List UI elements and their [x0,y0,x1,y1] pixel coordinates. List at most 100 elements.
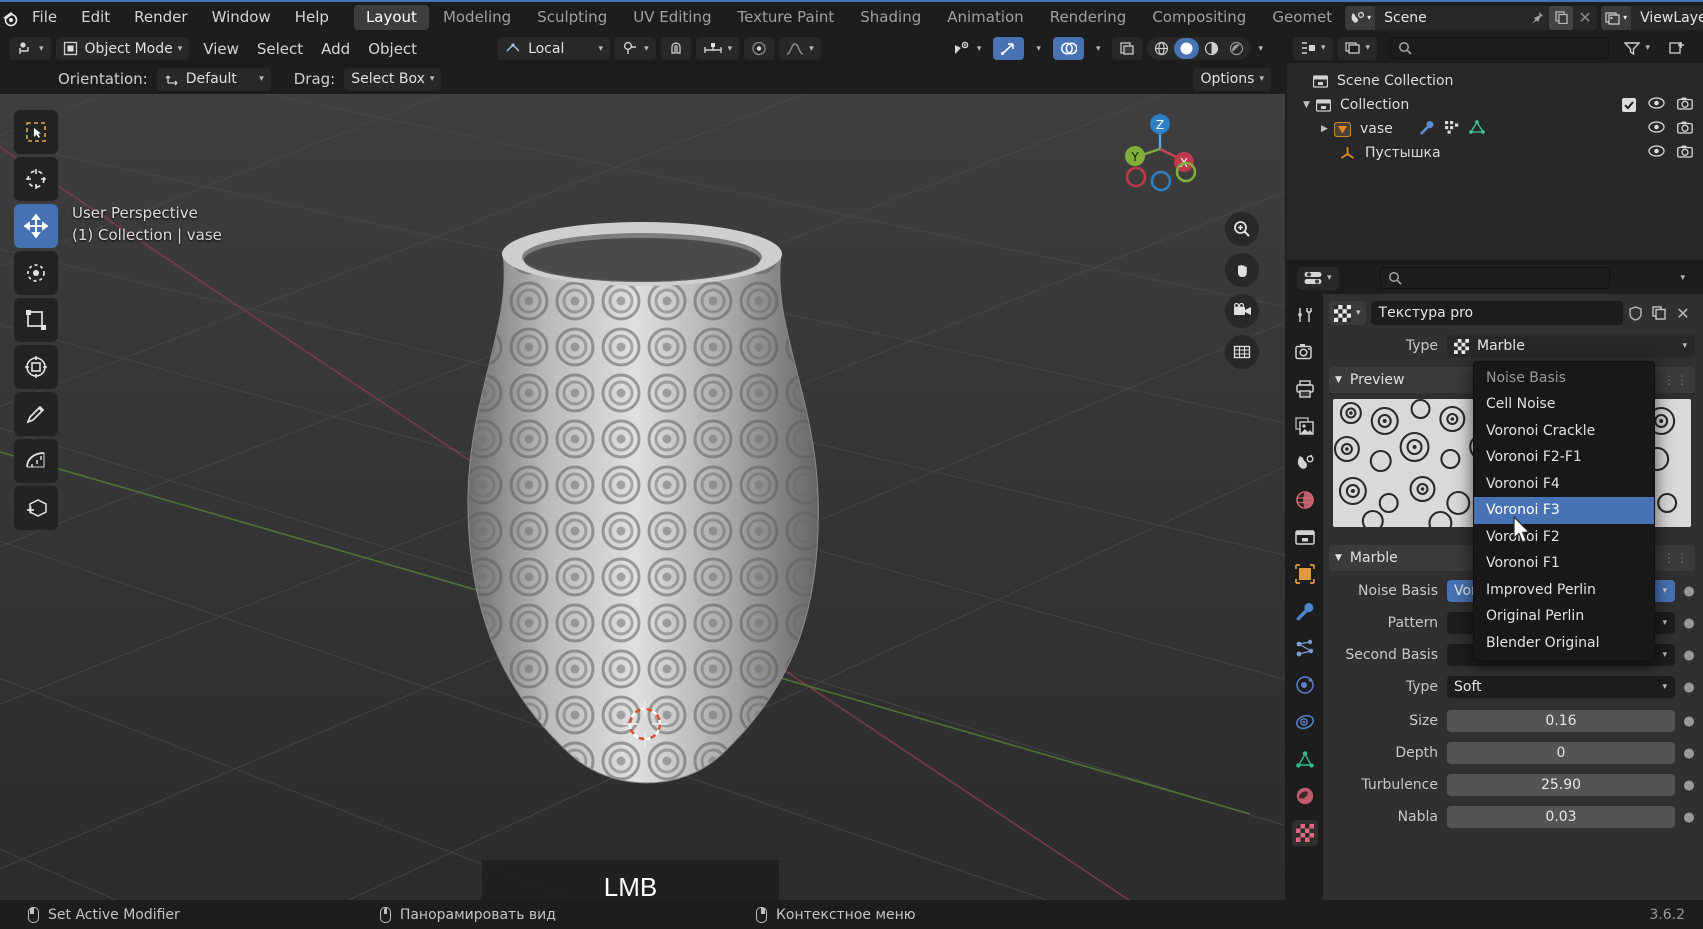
viewlayer-icon[interactable]: ▾ [1601,5,1632,30]
orthographic-toggle-icon[interactable] [1225,335,1259,369]
new-texture-copy-icon[interactable] [1647,301,1671,325]
menu-help[interactable]: Help [283,1,341,34]
noise-basis-dropdown-menu[interactable]: Noise Basis Cell Noise Voronoi Crackle V… [1473,361,1655,661]
workspace-tab-texture-paint[interactable]: Texture Paint [725,5,846,30]
pan-hand-icon[interactable] [1225,253,1259,287]
fake-user-shield-icon[interactable] [1623,301,1647,325]
outliner-row-empty[interactable]: Пустышка [1287,141,1703,165]
eye-icon[interactable] [1648,121,1665,137]
shading-chevron-icon[interactable]: ▾ [1251,37,1270,60]
mesh-data-icon[interactable] [1468,119,1485,139]
animate-property-dot[interactable]: ● [1683,810,1695,825]
world-tab[interactable] [1292,487,1318,513]
animate-property-dot[interactable]: ● [1683,648,1695,663]
panel-grip-icon[interactable]: ⋮⋮ [1663,551,1689,565]
animate-property-dot[interactable]: ● [1683,778,1695,793]
workspace-tab-uv-editing[interactable]: UV Editing [621,5,723,30]
dropdown-item-cell-noise[interactable]: Cell Noise [1474,391,1654,418]
workspace-tab-modeling[interactable]: Modeling [431,5,523,30]
shading-material-icon[interactable] [1199,38,1224,59]
dropdown-item-voronoi-f1[interactable]: Voronoi F1 [1474,550,1654,577]
render-tab[interactable] [1292,339,1318,365]
properties-options-chevron-icon[interactable]: ▾ [1673,267,1692,290]
menu-render[interactable]: Render [122,1,199,34]
eye-icon[interactable] [1648,97,1665,113]
zoom-icon[interactable] [1225,212,1259,246]
camera-icon[interactable] [1677,97,1693,114]
overlays-toggle-icon[interactable] [1052,37,1084,60]
copy-icon[interactable] [1549,5,1574,30]
modifier-data-icon[interactable] [1444,120,1460,138]
transform-orientation-selector[interactable]: Local ▾ [498,37,611,60]
animate-property-dot[interactable]: ● [1683,714,1695,729]
dropdown-item-voronoi-f2-f1[interactable]: Voronoi F2-F1 [1474,444,1654,471]
gizmo-chevron-icon[interactable]: ▾ [1029,37,1048,60]
viewport-3d[interactable]: User Perspective (1) Collection | vase Z… [0,94,1285,900]
camera-view-icon[interactable] [1225,294,1259,328]
move-tool[interactable] [14,204,58,248]
outliner-display-mode-icon[interactable]: ▾ [1337,36,1378,60]
turbulence-number-field[interactable]: 25.90 [1447,774,1675,796]
camera-icon[interactable] [1677,145,1693,162]
editor-type-selector[interactable]: ▾ [10,37,51,60]
workspace-tab-geometry-nodes[interactable]: Geomet [1260,5,1344,30]
object-mode-selector[interactable]: Object Mode ▾ [55,37,190,60]
menu-file[interactable]: File [20,1,69,34]
camera-icon[interactable] [1677,121,1693,138]
material-tab[interactable] [1292,783,1318,809]
outliner-row-collection[interactable]: ▼ Collection [1287,93,1703,117]
dropdown-item-voronoi-f2[interactable]: Voronoi F2 [1474,524,1654,551]
modifier-wrench-icon[interactable] [1419,120,1435,139]
viewport-menu-add[interactable]: Add [312,40,359,58]
options-dropdown[interactable]: Options ▾ [1193,67,1271,91]
proportional-edit-icon[interactable] [744,37,775,60]
viewport-menu-select[interactable]: Select [248,40,312,58]
output-tab[interactable] [1292,376,1318,402]
workspace-tab-shading[interactable]: Shading [848,5,933,30]
workspace-tab-rendering[interactable]: Rendering [1038,5,1139,30]
dropdown-item-blender-original[interactable]: Blender Original [1474,630,1654,657]
outliner-row-vase[interactable]: ▶ vase [1287,117,1703,141]
outliner-row-scene-collection[interactable]: Scene Collection [1287,69,1703,93]
snap-increment-icon[interactable]: ▾ [695,37,740,60]
constraints-tab[interactable] [1292,709,1318,735]
menu-window[interactable]: Window [200,1,283,34]
particles-tab[interactable] [1292,635,1318,661]
properties-search-input[interactable] [1379,267,1610,289]
annotate-tool[interactable] [14,392,58,436]
texture-tab[interactable] [1292,820,1318,846]
object-tab[interactable] [1292,561,1318,587]
gizmo-toggle-icon[interactable] [993,37,1025,60]
animate-property-dot[interactable]: ● [1683,584,1695,599]
animate-property-dot[interactable]: ● [1683,616,1695,631]
measure-tool[interactable] [14,439,58,483]
outliner-tree[interactable]: Scene Collection ▼ Collection ▶ vase Пус… [1287,63,1703,260]
animate-property-dot[interactable]: ● [1683,680,1695,695]
transform-tool[interactable] [14,345,58,389]
snap-magnet-icon[interactable] [660,37,691,60]
falloff-curve-icon[interactable]: ▾ [779,37,821,60]
animate-property-dot[interactable]: ● [1683,746,1695,761]
panel-grip-icon[interactable]: ⋮⋮ [1663,373,1689,387]
outliner-new-collection-icon[interactable] [1662,37,1692,60]
checkbox-icon[interactable] [1622,98,1636,112]
physics-tab[interactable] [1292,672,1318,698]
dropdown-item-improved-perlin[interactable]: Improved Perlin [1474,577,1654,604]
texture-browse-icon[interactable]: ▾ [1329,301,1366,325]
navigation-gizmo[interactable]: Z X Y [1117,106,1203,192]
rotate-tool[interactable] [14,251,58,295]
scene-selector[interactable]: ▾ Scene ✕ [1345,5,1598,30]
cursor-tool[interactable] [14,157,58,201]
size-number-field[interactable]: 0.16 [1447,710,1675,732]
scale-tool[interactable] [14,298,58,342]
view-layer-tab[interactable] [1292,413,1318,439]
eye-icon[interactable] [1648,145,1665,161]
workspace-tab-layout[interactable]: Layout [353,5,429,30]
depth-number-field[interactable]: 0 [1447,742,1675,764]
orientation-dropdown[interactable]: Default ▾ [156,67,271,91]
outliner-filter-icon[interactable]: ▾ [1617,37,1657,60]
menu-edit[interactable]: Edit [69,1,122,34]
viewlayer-selector[interactable]: ▾ ViewLayer ✕ [1601,5,1703,30]
workspace-tab-animation[interactable]: Animation [935,5,1035,30]
dropdown-item-voronoi-crackle[interactable]: Voronoi Crackle [1474,418,1654,445]
